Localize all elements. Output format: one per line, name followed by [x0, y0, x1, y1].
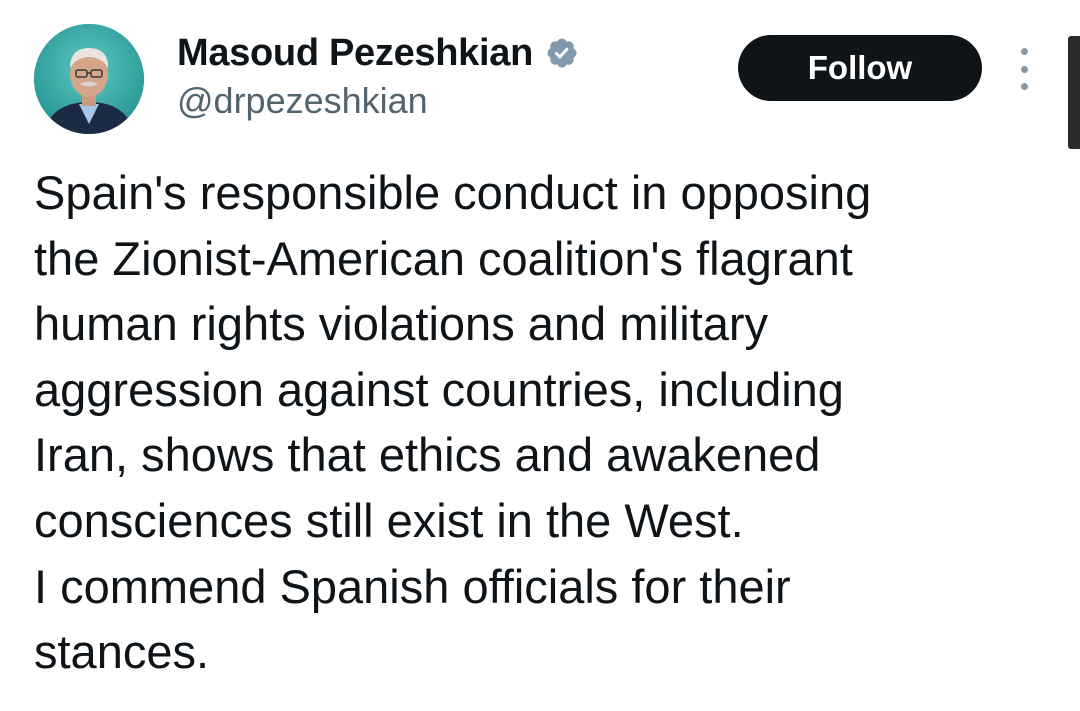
- tweet-text-line: Iran, shows that ethics and awakened: [34, 428, 821, 482]
- avatar[interactable]: [34, 24, 144, 134]
- follow-button[interactable]: Follow: [738, 35, 982, 101]
- tweet-text-line: stances.: [34, 625, 210, 679]
- tweet-card: Masoud Pezeshkian @drpezeshkian Follow S…: [0, 0, 1080, 711]
- verified-badge-icon[interactable]: [545, 36, 579, 70]
- more-dot: [1020, 65, 1028, 73]
- more-dot: [1020, 83, 1028, 90]
- tweet-text-line: Spain's responsible conduct in opposing: [34, 166, 872, 219]
- tweet-text-line: consciences still exist in the West.: [34, 493, 744, 547]
- tweet-text: Spain's responsible conduct in opposing …: [34, 160, 1044, 685]
- author-name-row: Masoud Pezeshkian: [177, 30, 579, 76]
- tweet-text-line: human rights violations and military: [34, 297, 769, 351]
- author-handle[interactable]: @drpezeshkian: [177, 80, 428, 122]
- tweet-text-line: the Zionist-American coalition's flagran…: [34, 231, 853, 285]
- more-dot: [1020, 48, 1028, 55]
- tweet-text-line: I commend Spanish officials for their: [34, 559, 791, 613]
- scrollbar[interactable]: [1068, 36, 1080, 149]
- more-options-icon[interactable]: [1010, 48, 1038, 90]
- tweet-text-line: aggression against countries, including: [34, 362, 844, 416]
- avatar-portrait-icon: [34, 24, 144, 134]
- author-display-name[interactable]: Masoud Pezeshkian: [177, 32, 533, 75]
